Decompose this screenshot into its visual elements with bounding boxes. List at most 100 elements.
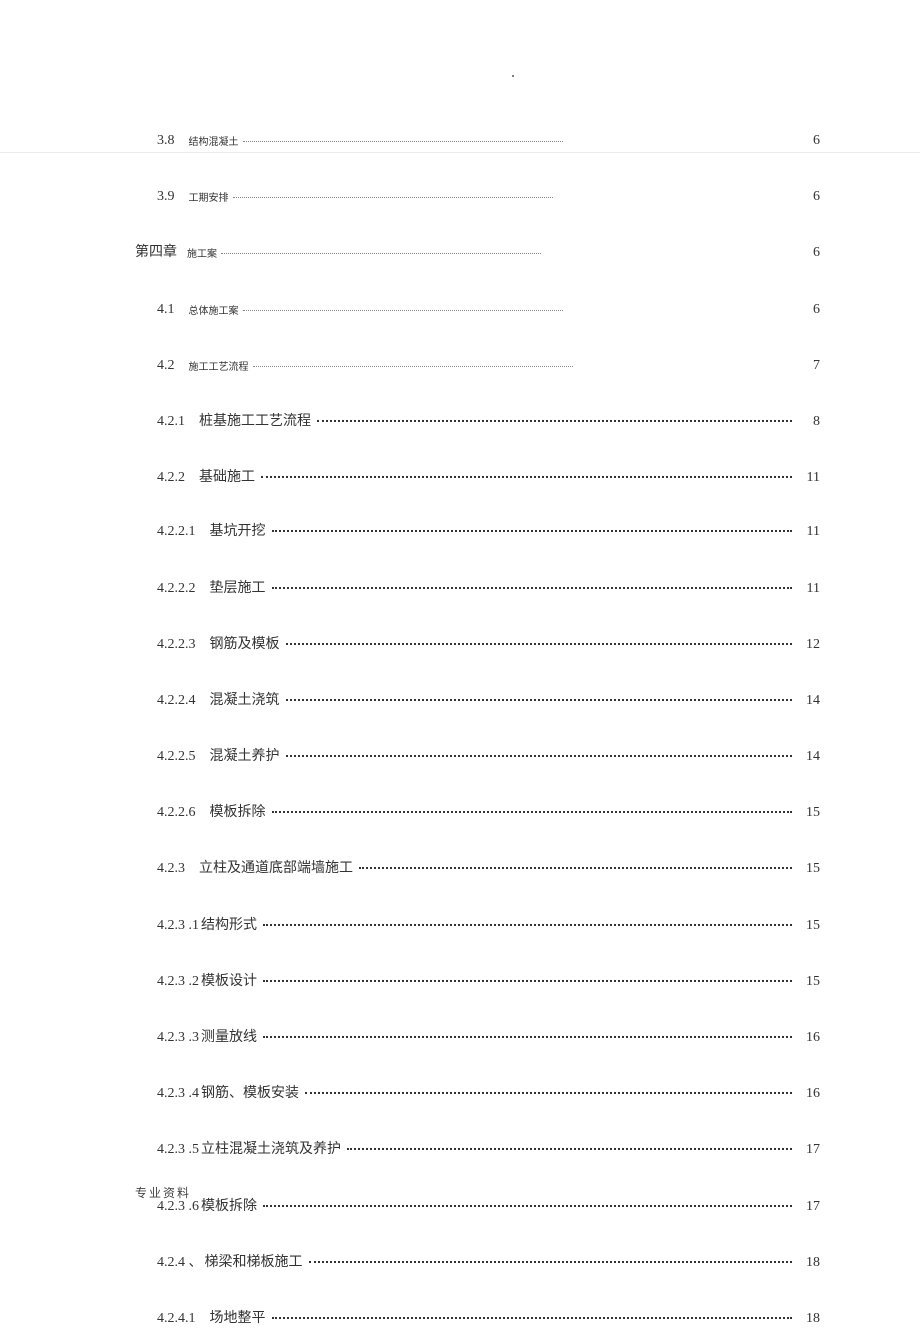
toc-number: 4.2: [157, 357, 175, 375]
toc-page-number: 7: [798, 357, 820, 375]
toc-page-number: 6: [798, 301, 820, 319]
toc-leader: [286, 690, 793, 704]
toc-number: 3.9: [157, 188, 175, 206]
toc-row: 4.2.1 桩基施工工艺流程 8: [135, 411, 820, 431]
toc-page-number: 14: [798, 748, 820, 766]
toc-leader: [263, 1027, 792, 1041]
toc-row: 4.2.3 .5立柱混凝土浇筑及养护 17: [135, 1139, 820, 1159]
toc-page-number: 6: [798, 188, 820, 206]
toc-leader: [317, 411, 792, 425]
toc-title: 桩基施工工艺流程: [199, 413, 311, 431]
toc-title: 钢筋及模板: [210, 636, 280, 654]
toc-number: 4.2.2.1: [157, 523, 196, 541]
toc-row: 4.2.3 .4钢筋、模板安装16: [135, 1083, 820, 1103]
toc-title: 立柱混凝土浇筑及养护: [201, 1141, 341, 1159]
toc-row: 4.2.2基础施工11: [135, 467, 820, 487]
toc-title: 场地整平: [210, 1310, 266, 1328]
toc-title: 基础施工: [199, 469, 255, 487]
toc-page-number: 15: [798, 860, 820, 878]
toc-page-number: 16: [798, 1029, 820, 1047]
toc-leader: [261, 467, 792, 481]
toc-number: 4.2.2.6: [157, 804, 196, 822]
toc-leader: [243, 130, 563, 144]
toc-title: 施工案: [187, 248, 217, 261]
toc-title: 结构形式: [201, 917, 257, 935]
toc-row: 4.2.2.5混凝土养护14: [135, 746, 820, 766]
toc-leader: [309, 1252, 793, 1266]
toc-title: 立柱及通道底部端墙施工: [199, 860, 353, 878]
toc-page-number: 12: [798, 636, 820, 654]
toc-title: 总体施工案: [189, 305, 239, 318]
footer-label: 专业资料: [135, 1184, 191, 1201]
toc-row: 4.2.2.4混凝土浇筑14: [135, 690, 820, 710]
toc-row: 4.2.2.1 基坑开挖 11: [135, 521, 820, 541]
toc-number: 4.2.4.1: [157, 1310, 196, 1328]
toc-page-number: 6: [798, 244, 820, 262]
toc-leader: [286, 746, 793, 760]
toc-page-number: 8: [798, 413, 820, 431]
toc-number: 3.8: [157, 132, 175, 150]
toc-page-number: 18: [798, 1310, 820, 1328]
toc-number: 4.2.4 、: [157, 1254, 203, 1272]
toc-row: 4.2施工工艺流程7: [135, 355, 820, 375]
toc-title: 混凝土浇筑: [210, 692, 280, 710]
toc-leader: [286, 634, 793, 648]
toc-title: 结构混凝土: [189, 136, 239, 149]
toc-number: 4.2.3 .3: [157, 1029, 199, 1047]
toc-row: 4.2.3 立柱及通道底部端墙施工 15: [135, 858, 820, 878]
toc-number: 4.2.2.5: [157, 748, 196, 766]
toc-number: 4.2.2.2: [157, 580, 196, 598]
toc-leader: [263, 915, 792, 929]
page-artifact-rule: [0, 152, 920, 153]
toc-leader: [359, 858, 792, 872]
toc-row: 第四章施工案6: [135, 242, 820, 262]
toc-title: 模板设计: [201, 973, 257, 991]
toc-number: 4.2.3 .4: [157, 1085, 199, 1103]
toc-number: 4.2.3 .5: [157, 1141, 199, 1159]
page-artifact-dot: [512, 75, 514, 77]
toc-number: 4.2.2.3: [157, 636, 196, 654]
toc-row: 3.9 工期安排 6: [135, 186, 820, 206]
toc-page-number: 18: [798, 1254, 820, 1272]
toc-title: 梯梁和梯板施工: [205, 1254, 303, 1272]
toc-page-number: 11: [798, 523, 820, 541]
toc-leader: [263, 1196, 792, 1210]
toc-number: 4.1: [157, 301, 175, 319]
toc-title: 测量放线: [201, 1029, 257, 1047]
toc-row: 4.2.3 .3测量放线 16: [135, 1027, 820, 1047]
toc-row: 4.2.3 .6模板拆除17: [135, 1196, 820, 1216]
toc-page-number: 17: [798, 1141, 820, 1159]
toc-leader: [272, 802, 793, 816]
toc-number: 4.2.3 .2: [157, 973, 199, 991]
toc-title: 基坑开挖: [210, 523, 266, 541]
toc-number: 4.2.3 .1: [157, 917, 199, 935]
toc-row: 4.2.4.1 场地整平 18: [135, 1308, 820, 1328]
toc-leader: [263, 971, 792, 985]
toc-title: 模板拆除: [210, 804, 266, 822]
toc-leader: [305, 1083, 792, 1097]
toc-leader: [347, 1139, 792, 1153]
toc-number: 4.2.2: [157, 469, 185, 487]
toc-row: 4.2.2.3 钢筋及模板 12: [135, 634, 820, 654]
toc-title: 工期安排: [189, 192, 229, 205]
toc-row: 4.2.4 、梯梁和梯板施工 18: [135, 1252, 820, 1272]
toc-page-number: 15: [798, 973, 820, 991]
toc-leader: [272, 578, 793, 592]
toc-page-number: 17: [798, 1198, 820, 1216]
toc-leader: [272, 1308, 793, 1322]
toc-title: 模板拆除: [201, 1198, 257, 1216]
document-page: 3.8结构混凝土63.9工期安排6第四章施工案64.1总体施工案64.2施工工艺…: [0, 0, 920, 1303]
toc-leader: [233, 186, 553, 200]
toc-row: 3.8结构混凝土6: [135, 130, 820, 150]
toc-page-number: 15: [798, 917, 820, 935]
toc-number: 4.2.1: [157, 413, 185, 431]
table-of-contents: 3.8结构混凝土63.9工期安排6第四章施工案64.1总体施工案64.2施工工艺…: [135, 130, 820, 1328]
toc-page-number: 15: [798, 804, 820, 822]
toc-title: 垫层施工: [210, 580, 266, 598]
toc-row: 4.2.2.6 模板拆除 15: [135, 802, 820, 822]
toc-page-number: 11: [798, 580, 820, 598]
toc-leader: [253, 355, 573, 369]
toc-row: 4.2.3 .2模板设计 15: [135, 971, 820, 991]
toc-row: 4.2.3 .1结构形式 15: [135, 915, 820, 935]
toc-number: 4.2.3: [157, 860, 185, 878]
